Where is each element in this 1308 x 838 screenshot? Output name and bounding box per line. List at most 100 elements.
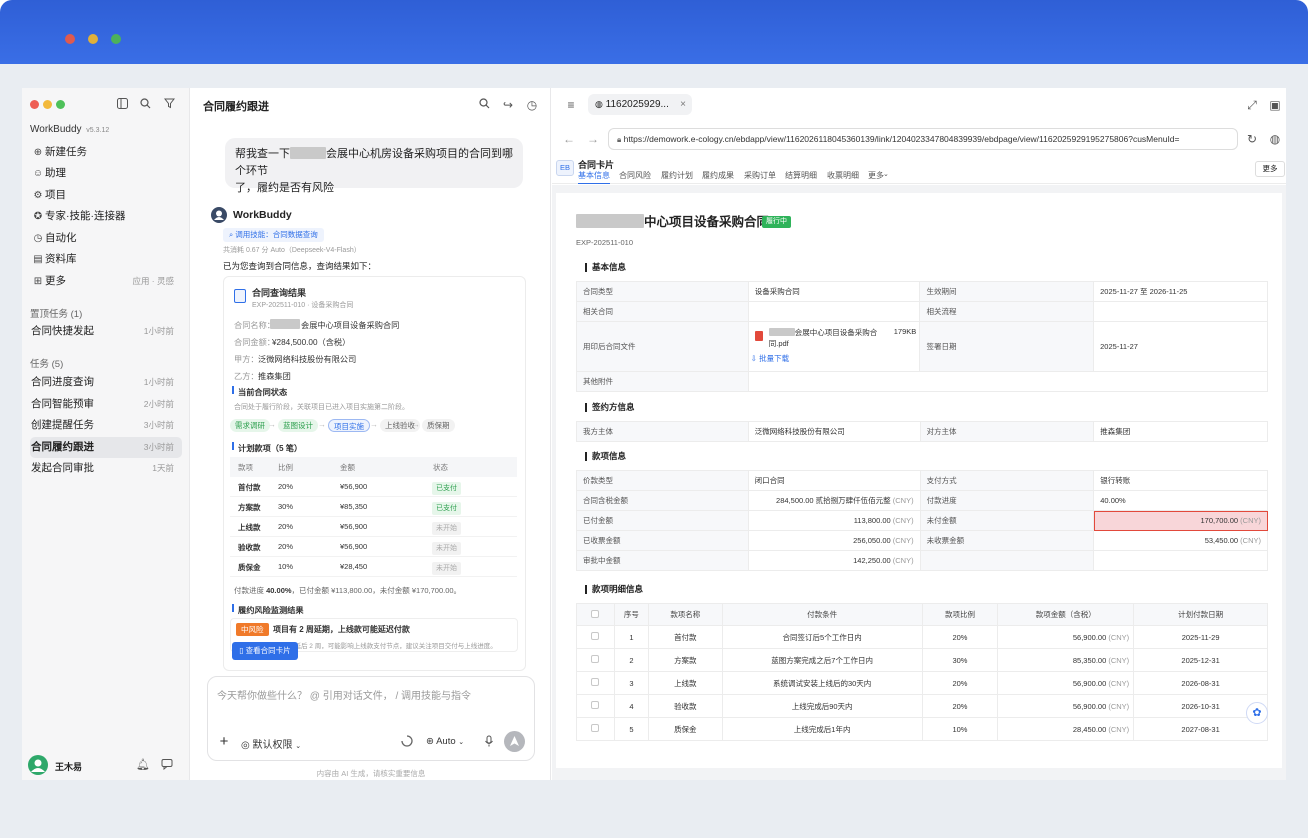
pinned-header[interactable]: 置顶任务 (1) (30, 306, 82, 320)
nav-item-tail: 应用 · 灵感 (132, 276, 174, 286)
permission-dropdown[interactable]: ◎ 默认权限 ⌄ (241, 736, 301, 751)
expand-icon[interactable]: ⤢ (1245, 98, 1259, 112)
nav-item-3[interactable]: ✪ 专家·技能·连接器 (30, 206, 182, 227)
task-item[interactable]: 合同履约跟进 3小时前 (30, 436, 182, 458)
browser-tab[interactable]: ◍ 1162025929... × (588, 94, 692, 115)
select-all-checkbox[interactable] (576, 603, 615, 626)
detail-row[interactable]: 3 上线款 系统调试安装上线后的30天内 20% 56,900.00 (CNY) 2026… (576, 671, 1268, 695)
chat-input-placeholder[interactable]: 今天帮你做些什么？ @ 引用对话文件， / 调用技能与指令 (217, 687, 471, 702)
card-tab[interactable]: 结算明细 (785, 170, 817, 181)
batch-download-link[interactable]: ⇩ 批量下载 (751, 353, 789, 364)
card-tab[interactable]: 基本信息 (578, 170, 610, 184)
tab-close-icon[interactable]: × (680, 94, 686, 115)
ai-footnote: 内容由 AI 生成，请核实重要信息 (316, 769, 426, 778)
nav-item-label: 新建任务 (45, 146, 87, 158)
plus-circle-icon: ⊕ (33, 147, 43, 158)
field-label: 已付金额 (576, 510, 749, 531)
status-tag: 已支付 (432, 482, 461, 495)
filter-icon[interactable] (162, 98, 176, 112)
nav-item-5[interactable]: ▤ 资料库 (30, 249, 182, 270)
arrow-right-icon: → (268, 420, 276, 429)
task-item[interactable]: 合同智能预审 2小时前 (30, 394, 182, 415)
file-name-ext[interactable]: 同.pdf (769, 338, 789, 349)
tasks-header[interactable]: 任务 (5) (30, 356, 63, 370)
nav-item-1[interactable]: ☺ 助理 (30, 163, 182, 184)
sidebar-panel-icon[interactable]: ▣ (1268, 98, 1282, 112)
bell-icon[interactable]: 🔔︎ (136, 758, 150, 772)
reload-icon[interactable]: ↻ (1245, 132, 1259, 146)
row-checkbox[interactable] (576, 625, 615, 649)
microphone-icon[interactable] (482, 735, 496, 749)
menu-icon[interactable]: ≡ (564, 98, 578, 112)
globe-icon: ◍ (595, 99, 603, 109)
field-value (1093, 550, 1268, 571)
detail-cell-ratio: 20% (921, 671, 999, 695)
card-tab[interactable]: 采购订单 (744, 170, 776, 181)
card-tab[interactable]: 履约计划 (661, 170, 693, 181)
detail-cell-name: 验收款 (647, 694, 723, 718)
pinned-task[interactable]: 合同快捷发起 1小时前 (30, 321, 182, 342)
send-button[interactable] (504, 731, 525, 752)
add-icon[interactable]: + (217, 734, 231, 749)
sidebar-toggle-icon[interactable] (115, 98, 129, 112)
url-text[interactable]: https://demowork.e-cology.cn/ebdapp/view… (624, 134, 1180, 144)
card-tab[interactable]: 履约成果 (702, 170, 734, 181)
field-value (747, 301, 921, 322)
card-tab[interactable]: 合同风险 (619, 170, 651, 181)
arrow-right-icon: → (412, 420, 420, 429)
chat-input-box[interactable]: 今天帮你做些什么？ @ 引用对话文件， / 调用技能与指令 + ◎ 默认权限 ⌄… (207, 676, 535, 761)
app-maximize-dot[interactable] (56, 100, 65, 109)
card-tab[interactable]: 更多 (868, 170, 884, 181)
task-item[interactable]: 发起合同审批 1天前 (30, 458, 182, 479)
nav-item-4[interactable]: ◷ 自动化 (30, 228, 182, 249)
nav-item-label: 专家·技能·连接器 (45, 210, 126, 222)
file-name[interactable]: 会展中心项目设备采购合 (795, 327, 878, 338)
detail-body: 1 首付款 合同签订后5个工作日内 20% 56,900.00 (CNY) 2025-11… (576, 625, 1268, 741)
forward-arrow-icon[interactable]: → (586, 132, 600, 146)
assistant-float-icon[interactable]: ✿ (1246, 702, 1268, 724)
task-item[interactable]: 创建提醒任务 3小时前 (30, 415, 182, 436)
chat-search-icon[interactable] (477, 98, 491, 112)
minimize-dot[interactable] (88, 34, 98, 44)
nav-item-label: 资料库 (45, 253, 77, 265)
plan-cell-amount: ¥28,450 (340, 562, 368, 571)
detail-cell-ratio: 10% (921, 717, 999, 741)
plan-title: 计划款项（5 笔） (238, 444, 303, 453)
back-arrow-icon[interactable]: ← (562, 132, 576, 146)
avatar[interactable] (28, 755, 48, 775)
row-checkbox[interactable] (576, 717, 615, 741)
nav-item-label: 更多 (45, 275, 66, 287)
history-icon[interactable]: ◷ (525, 98, 539, 112)
detail-row[interactable]: 5 质保金 上线完成后1年内 10% 28,450.00 (CNY) 2027-08-31 (576, 717, 1268, 741)
nav-item-label: 自动化 (45, 232, 77, 244)
detail-row[interactable]: 4 验收款 上线完成后90天内 20% 56,900.00 (CNY) 2026-10-3… (576, 694, 1268, 718)
maximize-dot[interactable] (111, 34, 121, 44)
skill-chip[interactable]: ⌕ 调用技能：合同数据查询 (223, 228, 324, 242)
address-bar[interactable]: 🔒︎ https://demowork.e-cology.cn/ebdapp/v… (608, 128, 1238, 150)
detail-row[interactable]: 2 方案款 蓝图方案完成之后7个工作日内 30% 85,350.00 (CNY) 2025… (576, 648, 1268, 672)
nav-item-2[interactable]: ⚙ 项目 (30, 185, 182, 206)
skill-chip-label: 调用技能：合同数据查询 (235, 230, 318, 239)
close-dot[interactable] (65, 34, 75, 44)
model-dropdown[interactable]: ⊛ Auto ⌄ (426, 736, 464, 747)
row-checkbox[interactable] (576, 694, 615, 718)
task-item[interactable]: 合同进度查询 1小时前 (30, 372, 182, 393)
row-checkbox[interactable] (576, 648, 615, 672)
search-icon[interactable] (138, 98, 152, 112)
browser-globe-icon[interactable]: ◍ (1268, 132, 1282, 146)
plan-row: 上线款 20% ¥56,900 未开始 (230, 517, 517, 537)
detail-cell-condition: 上线完成后90天内 (721, 694, 923, 718)
detail-row[interactable]: 1 首付款 合同签订后5个工作日内 20% 56,900.00 (CNY) 2025-11… (576, 625, 1268, 649)
field-value: 银行转账 (1093, 470, 1268, 491)
share-icon[interactable]: ↪ (501, 98, 515, 112)
card-tab[interactable]: 收票明细 (827, 170, 859, 181)
nav-item-6[interactable]: ⊞ 更多 应用 · 灵感 (30, 271, 182, 292)
app-close-dot[interactable] (30, 100, 39, 109)
nav-item-0[interactable]: ⊕ 新建任务 (30, 142, 182, 163)
view-contract-card-button[interactable]: ▯ 查看合同卡片 (232, 642, 298, 660)
plan-cell-amount: ¥56,900 (340, 522, 368, 531)
chat-bubble-icon[interactable] (160, 758, 174, 772)
row-checkbox[interactable] (576, 671, 615, 695)
more-button[interactable]: 更多 (1255, 161, 1285, 177)
app-minimize-dot[interactable] (43, 100, 52, 109)
